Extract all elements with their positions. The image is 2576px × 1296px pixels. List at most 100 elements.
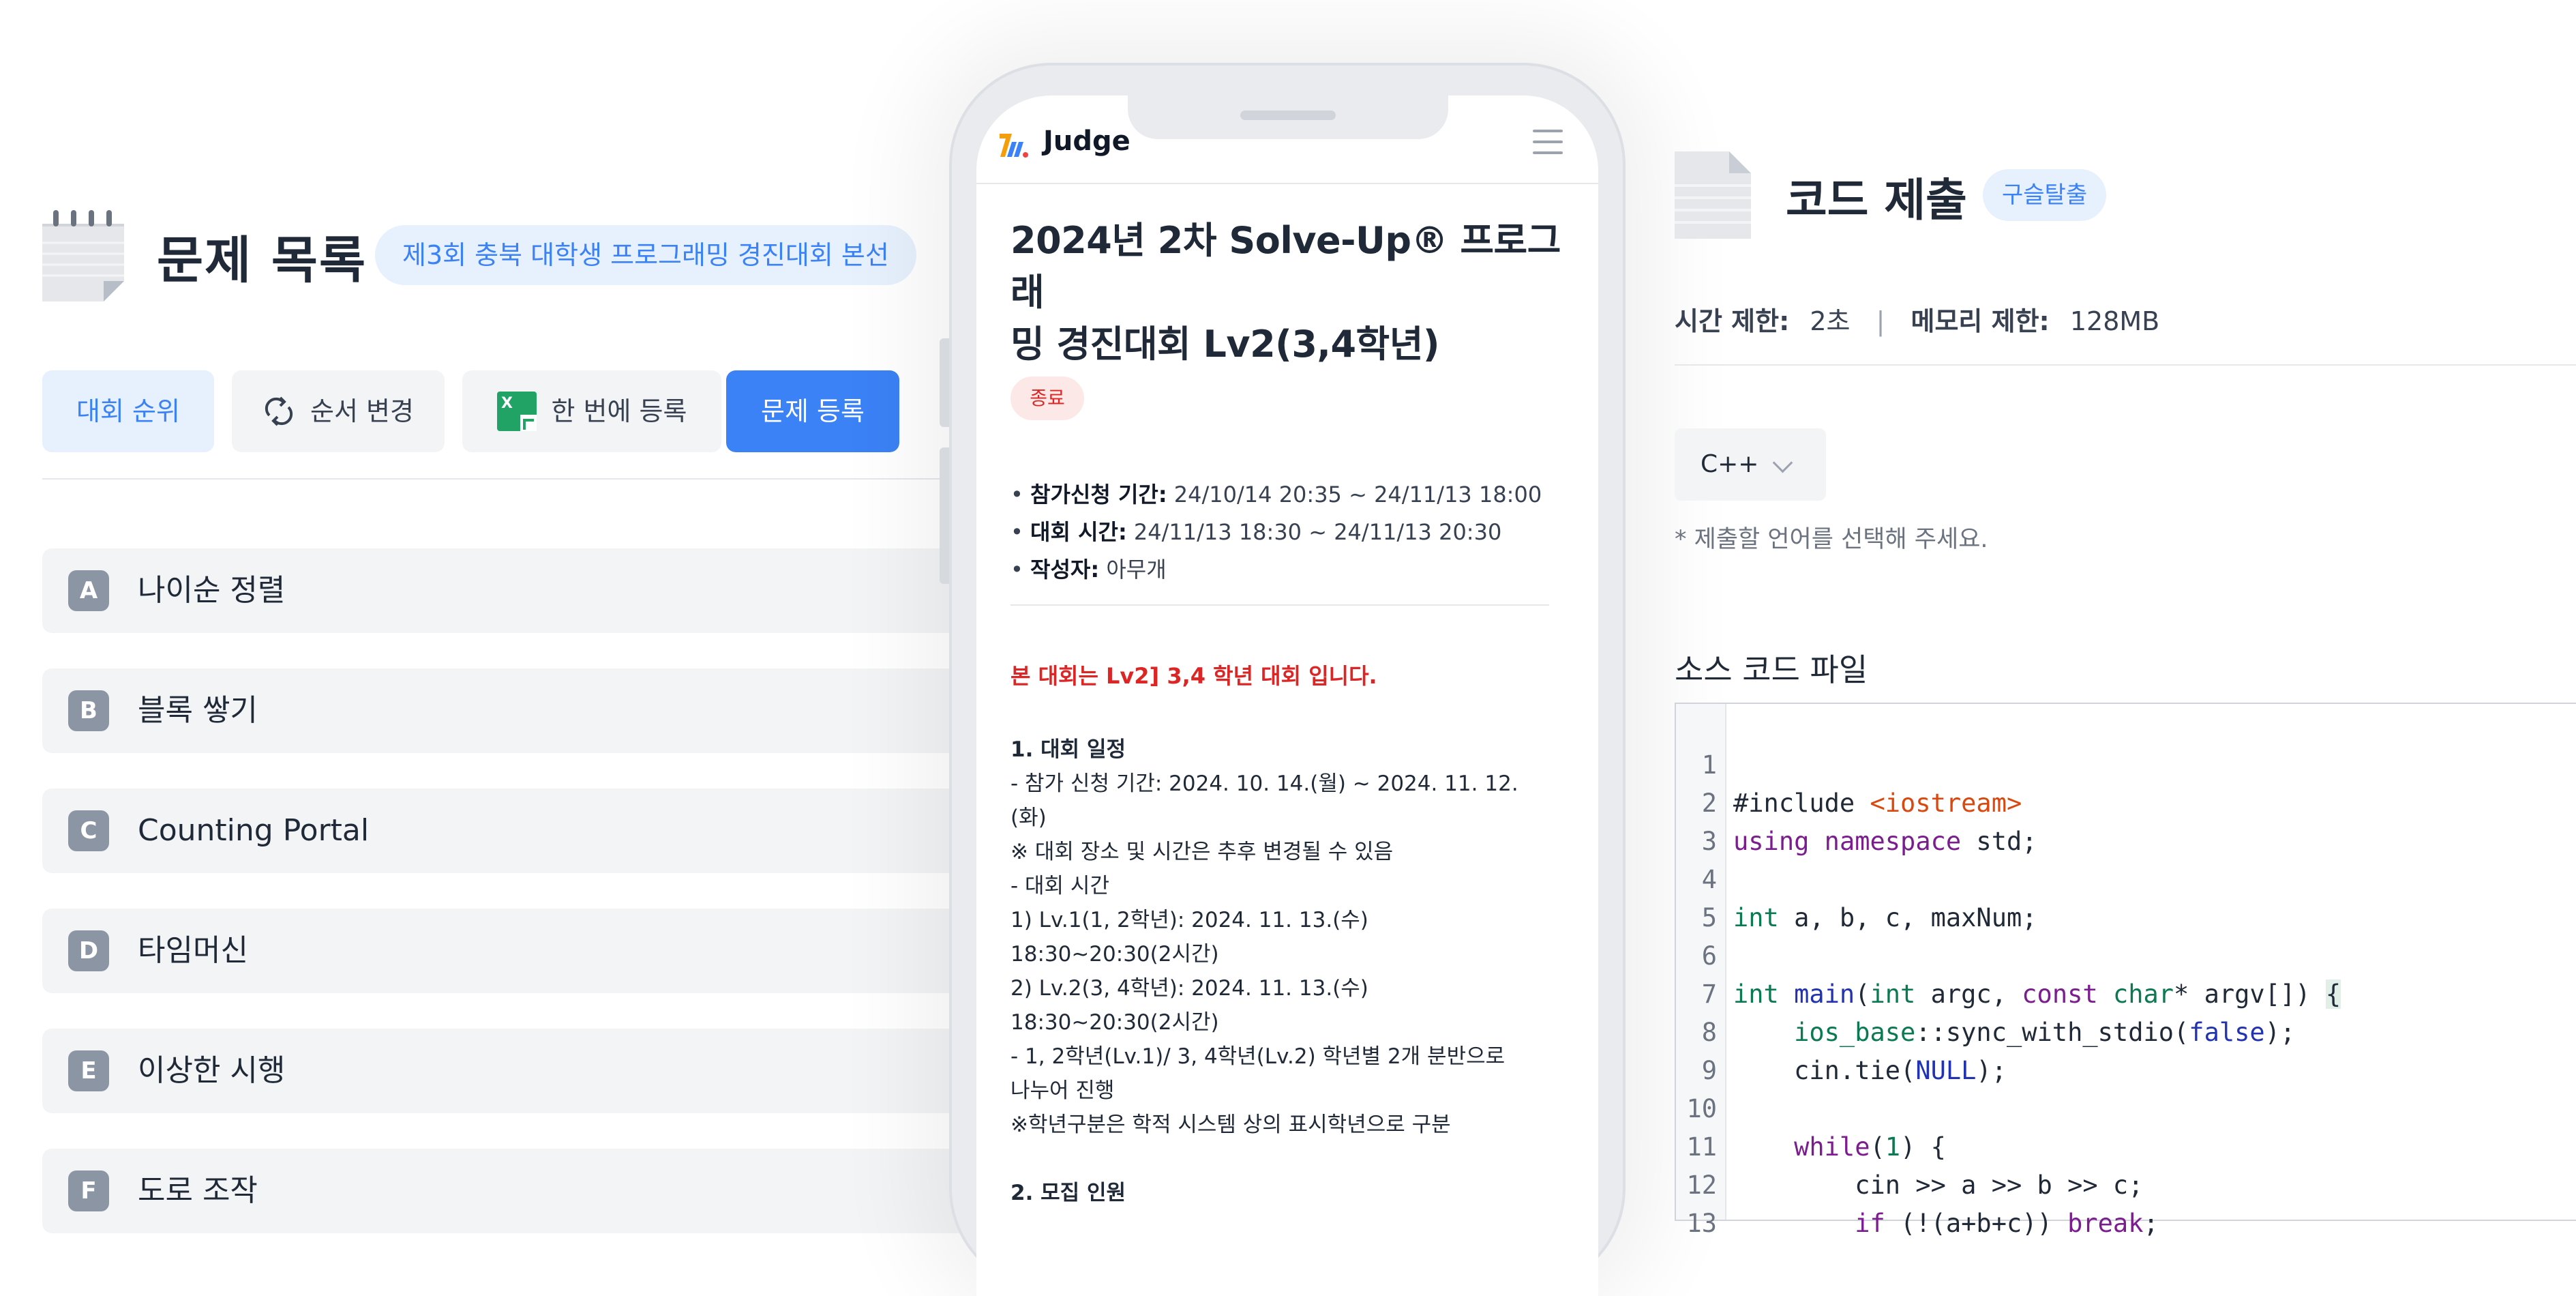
contest-time: • 대회 시간: 24/11/13 18:30 ~ 24/11/13 20:30 [1010,519,1502,545]
code-line: 7 ios_base::sync_with_stdio(false); [1676,937,2296,1047]
hamburger-menu-icon[interactable] [1533,130,1563,157]
body-line: - 참가 신청 기간: 2024. 10. 14.(월) ~ 2024. 11.… [1010,771,1518,796]
body-line: 1) Lv.1(1, 2학년): 2024. 11. 13.(수) [1010,908,1368,932]
author: • 작성자: 아무개 [1010,557,1167,583]
body-line: 2) Lv.2(3, 4학년): 2024. 11. 13.(수) [1010,976,1368,1001]
contest-notice: 본 대회는 Lv2] 3,4 학년 대회 입니다. [1010,663,1377,689]
meta-label: 대회 시간: [1030,519,1127,545]
brand-name: Judge [1043,126,1130,157]
contest-title-line: 2024년 2차 Solve-Up® 프로그래 [1010,219,1561,314]
code-token: <iostream> [1870,789,2022,818]
code-token: ); [2264,1018,2296,1047]
contest-title-line: 밍 경진대회 Lv2(3,4학년) [1010,323,1440,366]
problem-name: Counting Portal [138,813,370,848]
problem-name: 나이순 정렬 [138,573,286,608]
limits-row: 시간 제한: 2초 | 메모리 제한: 128MB [1675,300,2159,338]
code-token: ; [2143,1209,2159,1238]
code-editor[interactable]: 1 #include <iostream> 2 using namespace … [1675,703,2576,1238]
phone-screen: Judge 2024년 2차 Solve-Up® 프로그래 밍 경진대회 Lv2… [976,95,1598,1296]
code-line: 9 [1676,1014,1767,1085]
memory-limit-label: 메모리 제한: [1911,306,2050,336]
ranking-button-label: 대회 순위 [76,396,180,426]
code-token: (!(a+b+c)) [1885,1209,2068,1238]
body-line: 나누어 진행 [1010,1078,1115,1103]
code-submit-panel: 코드 제출 구슬탈출 시간 제한: 2초 | 메모리 제한: 128MB C++… [1675,0,2576,1238]
code-line: 6 int main(int argc, const char* argv[])… [1676,899,2341,1009]
code-line: 2 using namespace std; [1676,746,2037,856]
code-token: const [2022,980,2098,1009]
register-problem-label: 문제 등록 [761,396,865,426]
problem-list-panel: 문제 목록 제3회 충북 대학생 프로그래밍 경진대회 본선 대회 순위 순서 … [0,0,983,1233]
problem-item[interactable]: A 나이순 정렬 [42,548,983,633]
memory-limit-value: 128MB [2069,306,2160,336]
notepad-icon [42,210,124,301]
code-token: { [2325,980,2341,1009]
contest-badge[interactable]: 제3회 충북 대학생 프로그래밍 경진대회 본선 [375,225,916,285]
code-token: ) { [1900,1132,1946,1162]
contest-title: 2024년 2차 Solve-Up® 프로그래 밍 경진대회 Lv2(3,4학년… [1010,215,1570,370]
code-token: false [2189,1018,2265,1047]
problem-name: 타임머신 [138,933,248,968]
problem-item[interactable]: F 도로 조작 [42,1149,983,1233]
change-order-label: 순서 변경 [310,396,414,426]
code-token: char [2112,980,2174,1009]
code-token: namespace [1824,827,1962,856]
register-problem-button[interactable]: 문제 등록 [726,370,899,452]
source-file-label: 소스 코드 파일 [1675,651,1868,688]
code-line: 1 #include <iostream> [1676,708,2022,818]
code-token: while [1794,1132,1870,1162]
code-token: std; [1961,827,2037,856]
problem-item[interactable]: B 블록 쌓기 [42,668,983,753]
code-line: 13 [1676,1166,1767,1238]
problem-name: 이상한 시행 [138,1053,286,1088]
page-title: 코드 제출 [1786,174,1967,226]
time-limit-label: 시간 제한: [1675,306,1790,336]
problem-letter: F [68,1170,109,1211]
svg-text:X: X [501,395,513,412]
problem-item[interactable]: C Counting Portal [42,789,983,873]
code-line: 3 [1676,784,1767,856]
phone-side-button [940,338,949,427]
code-line: 10 while(1) { [1676,1052,1945,1162]
application-period: • 참가신청 기간: 24/10/14 20:35 ~ 24/11/13 18:… [1010,482,1542,507]
meta-value: 아무개 [1106,557,1167,583]
chevron-down-icon [1772,452,1793,473]
body-line: - 대회 시간 [1010,874,1109,898]
document-icon [1675,151,1751,239]
code-token: ::sync_with_stdio( [1915,1018,2189,1047]
body-line: 2. 모집 인원 [1010,1181,1126,1205]
phone-side-button [940,447,949,584]
bulk-register-label: 한 번에 등록 [551,396,687,426]
problem-letter: A [68,570,109,611]
body-line: 18:30~20:30(2시간) [1010,942,1219,967]
code-token: ); [1976,1056,2007,1085]
speaker-bar [1240,111,1336,120]
divider [1675,364,2576,366]
bulk-register-button[interactable]: X 한 번에 등록 [462,370,721,452]
divider [42,478,970,480]
problem-letter: B [68,690,109,731]
code-token: break [2067,1209,2144,1238]
problem-item[interactable]: D 타임머신 [42,909,983,993]
code-line: 11 cin >> a >> b >> c; [1676,1090,2143,1200]
code-token: argc, [1915,980,2022,1009]
ranking-button[interactable]: 대회 순위 [42,370,214,452]
body-line: 1. 대회 일정 [1010,737,1126,762]
meta-value: 24/10/14 20:35 ~ 24/11/13 18:00 [1173,482,1542,507]
problem-item[interactable]: E 이상한 시행 [42,1029,983,1113]
code-token: 1 [1885,1132,1901,1162]
meta-label: 작성자: [1030,557,1100,583]
page-title: 문제 목록 [157,231,368,290]
line-number: 13 [1686,1209,1717,1238]
language-select[interactable]: C++ [1675,428,1826,501]
problem-name: 블록 쌓기 [138,693,258,728]
excel-icon: X [496,392,537,431]
code-token: main [1794,980,1855,1009]
separator: | [1876,306,1885,336]
change-order-button[interactable]: 순서 변경 [232,370,445,452]
refresh-icon [265,396,293,426]
problem-letter: E [68,1050,109,1091]
